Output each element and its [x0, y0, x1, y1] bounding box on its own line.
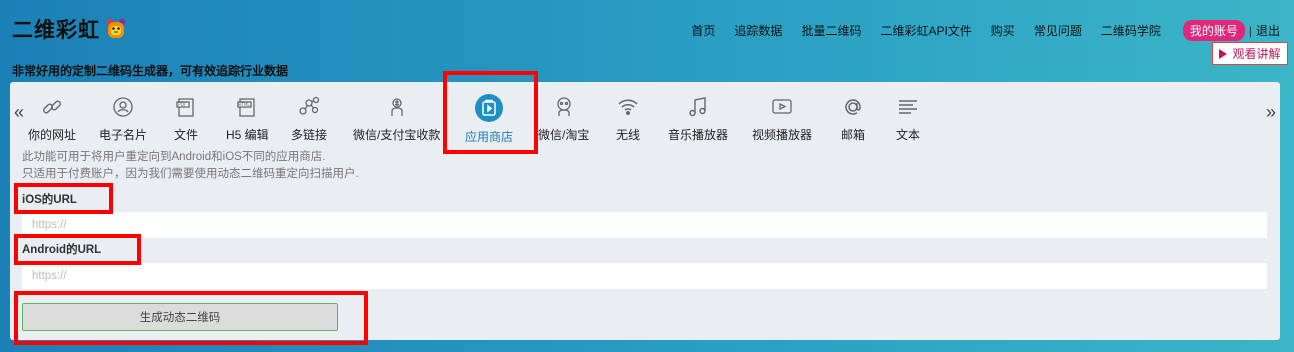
- tab-label: 应用商店: [465, 130, 514, 144]
- tab-h5-edit[interactable]: HTML H5 编辑: [226, 94, 269, 143]
- link-icon: [40, 94, 64, 120]
- tab-url[interactable]: 你的网址: [28, 94, 76, 143]
- tab-label: 微信/淘宝: [538, 128, 590, 142]
- my-account-button[interactable]: 我的账号: [1182, 20, 1245, 41]
- tab-music-player[interactable]: 音乐播放器: [668, 94, 728, 143]
- html-file-icon: HTML: [235, 94, 259, 120]
- tab-label: 多链接: [291, 128, 328, 142]
- android-url-label: Android的URL: [22, 244, 102, 256]
- tab-wechat-taobao[interactable]: 微信/淘宝: [538, 94, 589, 143]
- top-nav: 首页 追踪数据 批量二维码 二维彩虹API文件 购买 常见问题 二维码学院 我的…: [691, 20, 1280, 41]
- ios-url-label: iOS的URL: [22, 194, 77, 206]
- description-line: 只适用于付费账户，因为我们需要使用动态二维码重定向扫描用户.: [22, 168, 359, 180]
- video-icon: [770, 94, 794, 120]
- nav-buy[interactable]: 购买: [991, 22, 1015, 39]
- play-icon: [1219, 48, 1228, 59]
- app-store-icon: [475, 94, 503, 122]
- generator-panel: « » 你的网址 电子名片 PDF 文件 HTML H5 编辑 多链接 微信/支…: [10, 82, 1280, 340]
- tab-text[interactable]: 文本: [896, 94, 920, 143]
- contact-card-icon: [111, 94, 135, 120]
- pdf-file-icon: PDF: [174, 94, 198, 120]
- brand[interactable]: 二维彩虹: [12, 14, 126, 44]
- android-url-input[interactable]: [22, 263, 1267, 289]
- tab-video-player[interactable]: 视频播放器: [752, 94, 812, 143]
- text-icon: [896, 94, 920, 120]
- nav-api[interactable]: 二维彩虹API文件: [880, 22, 971, 39]
- brand-title: 二维彩虹: [12, 19, 100, 42]
- tabs-prev-arrow[interactable]: «: [14, 102, 24, 123]
- nav-separator: |: [1248, 23, 1252, 38]
- tagline: 非常好用的定制二维码生成器，可有效追踪行业数据: [12, 64, 289, 78]
- svg-text:HTML: HTML: [239, 102, 251, 107]
- watch-tutorial-button[interactable]: 观看讲解: [1212, 42, 1288, 65]
- ios-url-input[interactable]: [22, 212, 1267, 238]
- rainbow-bear-logo-icon: [107, 19, 125, 38]
- nav-tracking[interactable]: 追踪数据: [734, 22, 782, 39]
- tab-label: 文本: [896, 128, 921, 142]
- tab-vcard[interactable]: 电子名片: [99, 94, 147, 143]
- multi-link-icon: [297, 94, 321, 120]
- music-icon: [686, 94, 710, 120]
- tab-label: 你的网址: [28, 128, 77, 142]
- watch-tutorial-label: 观看讲解: [1232, 47, 1281, 61]
- wifi-icon: [616, 94, 640, 120]
- nav-batch[interactable]: 批量二维码: [801, 22, 861, 39]
- tab-label: H5 编辑: [226, 128, 269, 142]
- nav-academy[interactable]: 二维码学院: [1101, 22, 1161, 39]
- generate-dynamic-qr-button[interactable]: 生成动态二维码: [22, 303, 338, 331]
- tab-email[interactable]: 邮箱: [841, 94, 865, 143]
- tab-label: 无线: [616, 128, 641, 142]
- payment-icon: [385, 94, 409, 120]
- tab-label: 邮箱: [841, 128, 866, 142]
- tab-multi-link[interactable]: 多链接: [291, 94, 327, 143]
- wechat-taobao-icon: [552, 94, 576, 120]
- tabs-next-arrow[interactable]: »: [1266, 102, 1276, 123]
- tab-wifi[interactable]: 无线: [616, 94, 640, 143]
- logout-link[interactable]: 退出: [1256, 22, 1280, 39]
- description-line: 此功能可用于将用户重定向到Android和iOS不同的应用商店.: [22, 151, 326, 163]
- tab-label: 微信/支付宝收款: [353, 128, 441, 142]
- nav-home[interactable]: 首页: [691, 22, 715, 39]
- svg-text:PDF: PDF: [178, 102, 187, 108]
- tab-label: 音乐播放器: [668, 128, 729, 142]
- nav-faq[interactable]: 常见问题: [1034, 22, 1082, 39]
- tab-payment[interactable]: 微信/支付宝收款: [353, 94, 440, 143]
- tab-file[interactable]: PDF 文件: [174, 94, 198, 143]
- at-icon: [841, 94, 865, 120]
- feature-description: 此功能可用于将用户重定向到Android和iOS不同的应用商店. 只适用于付费账…: [22, 149, 359, 183]
- tab-label: 文件: [174, 128, 199, 142]
- tab-app-store[interactable]: 应用商店: [465, 94, 513, 145]
- tab-label: 视频播放器: [752, 128, 813, 142]
- tab-label: 电子名片: [99, 128, 148, 142]
